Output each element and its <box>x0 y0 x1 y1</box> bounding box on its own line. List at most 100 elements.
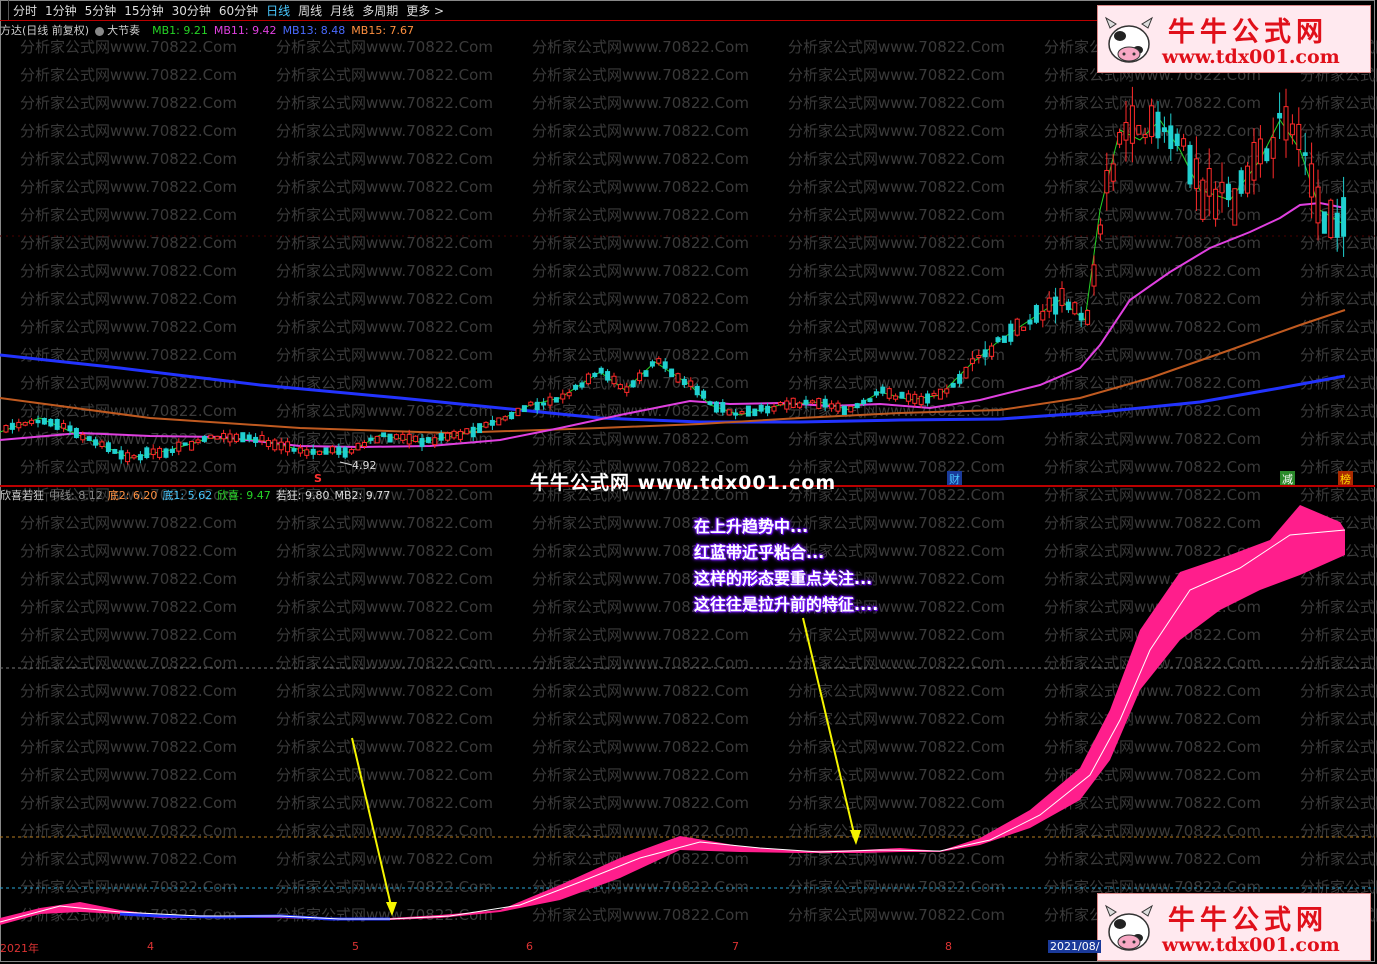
watermark-text: 分析家公式网www.70822.Com <box>20 178 237 196</box>
period-tab[interactable]: 1分钟 <box>41 2 81 19</box>
callout-line: 在上升趋势中... <box>694 517 809 536</box>
candle-body <box>425 437 431 443</box>
period-tab[interactable]: 30分钟 <box>168 2 215 19</box>
period-tab[interactable]: 5分钟 <box>81 2 121 19</box>
indicator-title[interactable]: 欣喜若狂 <box>0 487 44 503</box>
candle-body <box>1238 170 1244 194</box>
candle-body <box>1206 168 1212 197</box>
watermark-text: 分析家公式网www.70822.Com <box>1300 430 1377 448</box>
watermark-text: 分析家公式网www.70822.Com <box>276 598 493 616</box>
candle-body <box>905 393 911 402</box>
watermark-text: 分析家公式网www.70822.Com <box>1300 346 1377 364</box>
candle-body <box>918 395 924 405</box>
watermark-text: 分析家公式网www.70822.Com <box>1300 402 1377 420</box>
watermark-text: 分析家公式网www.70822.Com <box>788 626 1005 644</box>
watermark-text: 分析家公式网www.70822.Com <box>276 94 493 112</box>
candle-body <box>1251 141 1257 181</box>
candle-body <box>169 448 175 453</box>
candle-body <box>208 434 214 439</box>
candle-body <box>790 397 796 408</box>
candle-body <box>963 366 969 379</box>
watermark-text: 分析家公式网www.70822.Com <box>1044 458 1261 476</box>
watermark-text: 分析家公式网www.70822.Com <box>1300 262 1377 280</box>
candle-body <box>285 441 291 453</box>
circle-icon <box>95 26 105 36</box>
joy-value: 欣喜: 9.47 <box>217 489 271 502</box>
candle-body <box>240 432 246 443</box>
candle-body <box>253 436 259 443</box>
candle-body <box>1027 319 1033 325</box>
stock-title[interactable]: 方达(日线 前复权) <box>0 22 89 38</box>
period-tab[interactable]: 月线 <box>326 2 358 19</box>
watermark-text: 分析家公式网www.70822.Com <box>532 626 749 644</box>
candle-body <box>54 418 60 430</box>
watermark-text: 分析家公式网www.70822.Com <box>276 38 493 56</box>
watermark-text: 分析家公式网www.70822.Com <box>788 374 1005 392</box>
candle-body <box>605 371 611 381</box>
period-tab-daily[interactable]: 日线 <box>262 2 294 19</box>
watermark-text: 分析家公式网www.70822.Com <box>20 94 237 112</box>
candle-body <box>1296 123 1302 151</box>
watermark-text: 分析家公式网www.70822.Com <box>20 542 237 560</box>
watermark-text: 分析家公式网www.70822.Com <box>20 794 237 812</box>
watermark-text: 分析家公式网www.70822.Com <box>532 430 749 448</box>
candle-body <box>566 392 572 397</box>
callout-line: 这往往是拉升前的特征.... <box>694 595 879 614</box>
watermark-text: 分析家公式网www.70822.Com <box>788 150 1005 168</box>
watermark-text: 分析家公式网www.70822.Com <box>1044 318 1261 336</box>
watermark-text: 分析家公式网www.70822.Com <box>276 738 493 756</box>
watermark-text: 分析家公式网www.70822.Com <box>532 234 749 252</box>
candle-body <box>1321 211 1327 234</box>
candle-body <box>80 434 86 441</box>
watermark-text: 分析家公式网www.70822.Com <box>276 626 493 644</box>
watermark-text: 分析家公式网www.70822.Com <box>788 66 1005 84</box>
watermark-text: 分析家公式网www.70822.Com <box>1300 794 1377 812</box>
watermark-text: 分析家公式网www.70822.Com <box>276 514 493 532</box>
period-tab[interactable]: 多周期 <box>358 2 402 19</box>
indicator-name[interactable]: 大节奏 <box>95 22 146 38</box>
candle-body <box>726 409 732 416</box>
more-button[interactable]: 更多 > <box>402 2 448 19</box>
watermark-text: 分析家公式网www.70822.Com <box>276 682 493 700</box>
period-tab[interactable]: 15分钟 <box>120 2 167 19</box>
candle-body <box>272 439 278 451</box>
candle-body <box>29 419 35 425</box>
candle-body <box>541 402 547 406</box>
callout-line: 这样的形态要重点关注... <box>694 569 873 588</box>
candle-body <box>1149 105 1155 138</box>
watermark-text: 分析家公式网www.70822.Com <box>20 570 237 588</box>
watermark-text: 分析家公式网www.70822.Com <box>20 710 237 728</box>
watermark-text: 分析家公式网www.70822.Com <box>276 262 493 280</box>
candle-body <box>521 405 527 413</box>
candle-body <box>176 441 182 452</box>
candle-body <box>592 372 598 378</box>
candle-body <box>86 436 92 441</box>
candle-body <box>880 386 886 394</box>
watermark-text: 分析家公式网www.70822.Com <box>276 542 493 560</box>
candle-body <box>553 397 559 403</box>
watermark-text: 分析家公式网www.70822.Com <box>532 906 749 924</box>
candle-body <box>1168 125 1174 150</box>
candle-body <box>368 437 374 441</box>
candle-body <box>739 411 745 415</box>
watermark-text: 分析家公式网www.70822.Com <box>532 206 749 224</box>
candle-body <box>816 398 822 409</box>
candle-body <box>1078 312 1084 321</box>
toolbar-nav[interactable] <box>0 0 9 20</box>
candle-body <box>1181 138 1187 147</box>
watermark-text: 分析家公式网www.70822.Com <box>532 38 749 56</box>
period-tab[interactable]: 60分钟 <box>215 2 262 19</box>
candle-body <box>374 435 380 444</box>
watermark-text: 分析家公式网www.70822.Com <box>532 710 749 728</box>
candle-body <box>67 425 73 432</box>
watermark-text: 分析家公式网www.70822.Com <box>532 766 749 784</box>
candle-body <box>477 423 483 434</box>
current-date-label: 2021/08/ <box>1048 940 1102 953</box>
candle-body <box>323 447 329 455</box>
candle-body <box>1014 318 1020 336</box>
mb15-value: MB15: 7.67 <box>351 23 415 37</box>
candle-body <box>438 433 444 441</box>
period-tab[interactable]: 分时 <box>9 2 41 19</box>
candle-body <box>16 421 22 429</box>
period-tab[interactable]: 周线 <box>294 2 326 19</box>
